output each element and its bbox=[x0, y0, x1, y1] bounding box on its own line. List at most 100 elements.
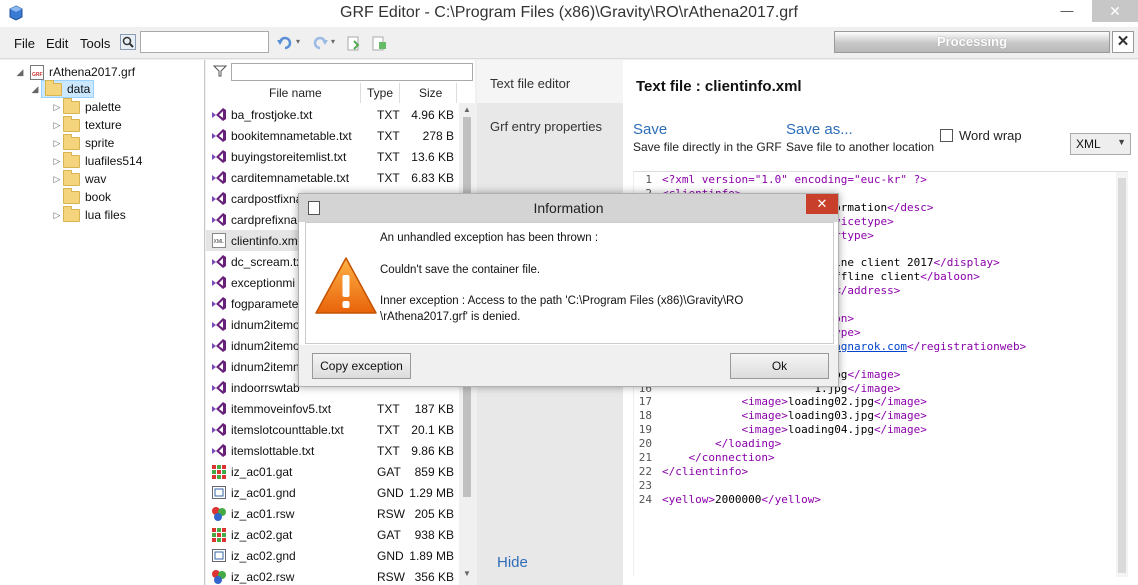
save-description: Save file directly in the GRF bbox=[633, 140, 782, 154]
save-as-link[interactable]: Save as... bbox=[786, 121, 853, 138]
table-row[interactable]: bookitemnametable.txt TXT 278 B bbox=[206, 125, 464, 146]
file-size-cell: 187 KB bbox=[414, 402, 454, 416]
table-row[interactable]: itemslotcounttable.txt TXT 20.1 KB bbox=[206, 419, 464, 440]
gat-file-icon bbox=[211, 527, 227, 542]
tree-item-folder[interactable]: ▷ palette bbox=[51, 97, 121, 116]
cancel-processing-button[interactable]: ✕ bbox=[1112, 31, 1134, 53]
table-row[interactable]: carditemnametable.txt TXT 6.83 KB bbox=[206, 167, 464, 188]
syntax-language-value: XML bbox=[1076, 137, 1101, 151]
expand-arrow-icon[interactable]: ▷ bbox=[51, 156, 63, 167]
file-size-cell: 859 KB bbox=[414, 465, 454, 479]
column-header-type[interactable]: Type bbox=[367, 83, 393, 103]
table-row[interactable]: ba_frostjoke.txt TXT 4.96 KB bbox=[206, 104, 464, 125]
file-type-cell: GND bbox=[377, 549, 404, 563]
syntax-language-select[interactable]: XML ▼ bbox=[1070, 133, 1131, 155]
menu-edit[interactable]: Edit bbox=[46, 36, 68, 51]
file-name-cell: iz_ac02.gat bbox=[231, 528, 293, 542]
table-row[interactable]: buyingstoreitemlist.txt TXT 13.6 KB bbox=[206, 146, 464, 167]
file-type-cell: TXT bbox=[377, 171, 400, 185]
minimize-button[interactable]: — bbox=[1052, 0, 1082, 22]
hide-link[interactable]: Hide bbox=[497, 554, 528, 571]
line-number: 21 bbox=[638, 451, 652, 464]
redo-icon[interactable] bbox=[311, 34, 329, 52]
redo-dropdown-icon[interactable]: ▾ bbox=[331, 37, 335, 46]
vs-file-icon bbox=[211, 317, 227, 332]
folder-icon bbox=[63, 115, 80, 132]
code-token: loading03.jpg bbox=[787, 409, 874, 423]
expand-arrow-icon[interactable]: ▷ bbox=[51, 174, 63, 185]
column-header-size[interactable]: Size bbox=[419, 83, 442, 103]
dialog-message-line1: An unhandled exception has been thrown : bbox=[380, 232, 599, 244]
folder-tree: ◢ GRF rAthena2017.grf ◢ data ▷ palette ▷ te… bbox=[0, 60, 205, 585]
code-token: </display> bbox=[933, 256, 1000, 270]
tab-grf-entry-properties[interactable]: Grf entry properties bbox=[477, 103, 623, 146]
tree-item-label: texture bbox=[85, 118, 122, 132]
table-row[interactable]: iz_ac02.gnd GND 1.89 MB bbox=[206, 545, 464, 566]
tree-item-data[interactable]: ◢ data bbox=[29, 79, 95, 98]
code-token: loading04.jpg bbox=[787, 423, 874, 437]
menu-file[interactable]: File bbox=[14, 36, 35, 51]
code-token: loading02.jpg bbox=[787, 395, 874, 409]
code-token: <image> bbox=[662, 423, 788, 437]
code-token: </connection> bbox=[662, 451, 775, 464]
scroll-down-icon[interactable]: ▼ bbox=[463, 569, 471, 578]
table-row[interactable]: itemmoveinfov5.txt TXT 187 KB bbox=[206, 398, 464, 419]
collapse-arrow-icon[interactable]: ◢ bbox=[29, 84, 41, 95]
line-number: 20 bbox=[638, 437, 652, 451]
search-input[interactable] bbox=[140, 31, 269, 53]
code-token: </image> bbox=[873, 409, 927, 423]
vs-file-icon bbox=[211, 212, 227, 227]
tree-item-selected[interactable]: data bbox=[41, 79, 95, 98]
code-scrollbar[interactable] bbox=[1116, 172, 1128, 577]
scrollbar-thumb[interactable] bbox=[1118, 178, 1126, 573]
line-number: 18 bbox=[638, 409, 652, 423]
expand-arrow-icon[interactable]: ▷ bbox=[51, 210, 63, 221]
expand-arrow-icon[interactable]: ▷ bbox=[51, 138, 63, 149]
word-wrap-checkbox[interactable] bbox=[940, 129, 953, 142]
table-row[interactable]: iz_ac01.gat GAT 859 KB bbox=[206, 461, 464, 482]
file-type-cell: TXT bbox=[377, 129, 400, 143]
word-wrap-label: Word wrap bbox=[959, 128, 1022, 143]
tree-item-folder[interactable]: ▷ texture bbox=[51, 115, 122, 134]
code-token: </image> bbox=[873, 395, 927, 409]
undo-dropdown-icon[interactable]: ▾ bbox=[296, 37, 300, 46]
copy-exception-button[interactable]: Copy exception bbox=[312, 353, 411, 379]
dialog-close-button[interactable]: ✕ bbox=[806, 194, 838, 214]
tree-root-label: rAthena2017.grf bbox=[49, 65, 136, 79]
line-number: 17 bbox=[638, 395, 652, 409]
scroll-up-icon[interactable]: ▲ bbox=[463, 105, 471, 114]
filter-input[interactable] bbox=[231, 63, 473, 81]
dialog-title: Information bbox=[533, 200, 604, 216]
folder-icon bbox=[63, 205, 80, 222]
tab-text-file-editor[interactable]: Text file editor bbox=[477, 60, 623, 103]
expand-arrow-icon[interactable]: ▷ bbox=[51, 120, 63, 131]
file-type-cell: TXT bbox=[377, 108, 400, 122]
close-window-button[interactable]: ✕ bbox=[1092, 0, 1138, 22]
expand-arrow-icon[interactable]: ▷ bbox=[51, 102, 63, 113]
tree-root[interactable]: ◢ GRF rAthena2017.grf bbox=[14, 63, 135, 81]
table-row[interactable]: iz_ac02.gat GAT 938 KB bbox=[206, 524, 464, 545]
save-link[interactable]: Save bbox=[633, 121, 667, 138]
add-file-icon[interactable] bbox=[370, 34, 388, 52]
table-row[interactable]: iz_ac01.rsw RSW 205 KB bbox=[206, 503, 464, 524]
collapse-arrow-icon[interactable]: ◢ bbox=[14, 67, 26, 78]
ok-button[interactable]: Ok bbox=[730, 353, 829, 379]
menu-tools[interactable]: Tools bbox=[80, 36, 110, 51]
extract-icon[interactable] bbox=[345, 34, 363, 52]
tree-item-folder[interactable]: book bbox=[51, 187, 111, 206]
tree-item-folder[interactable]: ▷ wav bbox=[51, 169, 106, 188]
undo-icon[interactable] bbox=[276, 34, 294, 52]
tree-item-folder[interactable]: ▷ luafiles514 bbox=[51, 151, 142, 170]
file-type-cell: GAT bbox=[377, 465, 401, 479]
vs-file-icon bbox=[211, 443, 227, 458]
tree-item-folder[interactable]: ▷ sprite bbox=[51, 133, 114, 152]
file-name-cell: buyingstoreitemlist.txt bbox=[231, 150, 347, 164]
vs-file-icon bbox=[211, 380, 227, 395]
column-header-name[interactable]: File name bbox=[269, 83, 322, 103]
table-row[interactable]: itemslottable.txt TXT 9.86 KB bbox=[206, 440, 464, 461]
line-number: 23 bbox=[638, 478, 652, 492]
tree-item-folder[interactable]: ▷ lua files bbox=[51, 205, 126, 224]
file-size-cell: 20.1 KB bbox=[411, 423, 454, 437]
table-row[interactable]: iz_ac02.rsw RSW 356 KB bbox=[206, 566, 464, 585]
table-row[interactable]: iz_ac01.gnd GND 1.29 MB bbox=[206, 482, 464, 503]
